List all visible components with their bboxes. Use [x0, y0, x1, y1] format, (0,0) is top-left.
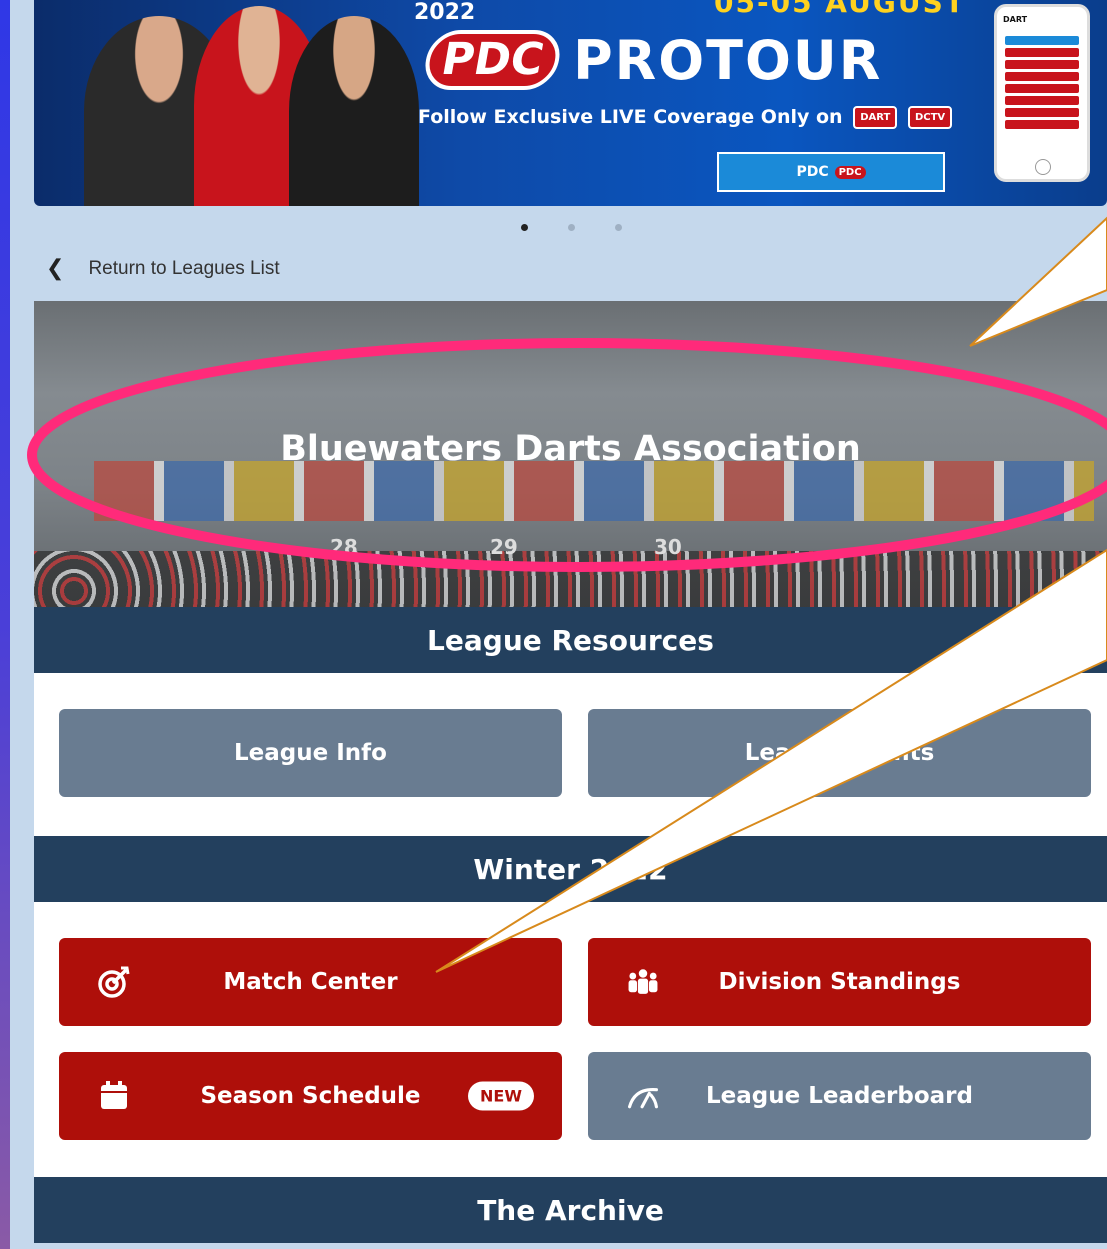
- league-leaderboard-button[interactable]: League Leaderboard: [588, 1052, 1091, 1140]
- league-events-button[interactable]: League Events: [588, 709, 1091, 797]
- pdc-button-label: PDC: [796, 164, 829, 180]
- app-frame: 2022 05-05 AUGUST PDC PROTOUR Follow Exc…: [10, 0, 1107, 1249]
- return-link-label: Return to Leagues List: [88, 257, 280, 279]
- phone-header: DART: [1001, 13, 1083, 33]
- league-info-label: League Info: [234, 740, 387, 766]
- season-schedule-button[interactable]: Season Schedule NEW: [59, 1052, 562, 1140]
- banner-follow-text: Follow Exclusive LIVE Coverage Only on D…: [418, 106, 953, 129]
- dartboards-backdrop: [34, 551, 1107, 607]
- division-standings-button[interactable]: Division Standings: [588, 938, 1091, 1026]
- season-schedule-label: Season Schedule: [200, 1083, 421, 1109]
- division-standings-label: Division Standings: [718, 969, 961, 995]
- flags-backdrop: [94, 461, 1094, 521]
- players-image: [74, 0, 419, 206]
- banner-year: 2022: [414, 0, 476, 25]
- league-hero: 28 29 30 Bluewaters Darts Association: [34, 301, 1107, 607]
- pdc-button-tag: PDC: [834, 165, 866, 179]
- pdc-protour-logo: PDC PROTOUR: [420, 28, 883, 92]
- league-resources-header: League Resources: [34, 607, 1107, 673]
- promo-banner[interactable]: 2022 05-05 AUGUST PDC PROTOUR Follow Exc…: [34, 0, 1107, 206]
- pdc-banner-button[interactable]: PDC PDC: [717, 152, 945, 192]
- archive-header: The Archive: [34, 1177, 1107, 1243]
- match-center-label: Match Center: [223, 969, 398, 995]
- season-header: Winter 2022: [34, 836, 1107, 902]
- carousel-dot-1[interactable]: [521, 224, 528, 231]
- match-center-button[interactable]: Match Center: [59, 938, 562, 1026]
- league-events-label: League Events: [744, 740, 935, 766]
- return-to-leagues-link[interactable]: ❮ Return to Leagues List: [46, 256, 280, 281]
- dart-connect-badge: DART: [853, 106, 898, 129]
- league-leaderboard-label: League Leaderboard: [706, 1083, 973, 1109]
- board-number: 28: [330, 535, 358, 559]
- league-resources-body: League Info League Events: [34, 673, 1107, 836]
- chevron-left-icon: ❮: [46, 256, 65, 281]
- carousel-dots: [521, 224, 622, 231]
- league-title: Bluewaters Darts Association: [280, 429, 861, 469]
- target-icon: [97, 965, 131, 999]
- new-badge: NEW: [468, 1081, 534, 1111]
- phone-mockup-image: DART: [994, 4, 1090, 182]
- season-body: Match Center Division Standings Season S…: [34, 902, 1107, 1177]
- board-number: 29: [490, 535, 518, 559]
- team-icon: [626, 965, 660, 999]
- pdc-logo-word: PDC: [420, 30, 565, 90]
- league-info-button[interactable]: League Info: [59, 709, 562, 797]
- carousel-dot-3[interactable]: [615, 224, 622, 231]
- speedometer-icon: [626, 1079, 660, 1113]
- protour-logo-word: PROTOUR: [573, 28, 883, 92]
- banner-dates: 05-05 AUGUST: [714, 0, 966, 19]
- carousel-dot-2[interactable]: [568, 224, 575, 231]
- follow-text-label: Follow Exclusive LIVE Coverage Only on: [418, 106, 843, 128]
- dctv-badge: DCTV: [907, 106, 953, 129]
- calendar-icon: [97, 1079, 131, 1113]
- board-number: 30: [654, 535, 682, 559]
